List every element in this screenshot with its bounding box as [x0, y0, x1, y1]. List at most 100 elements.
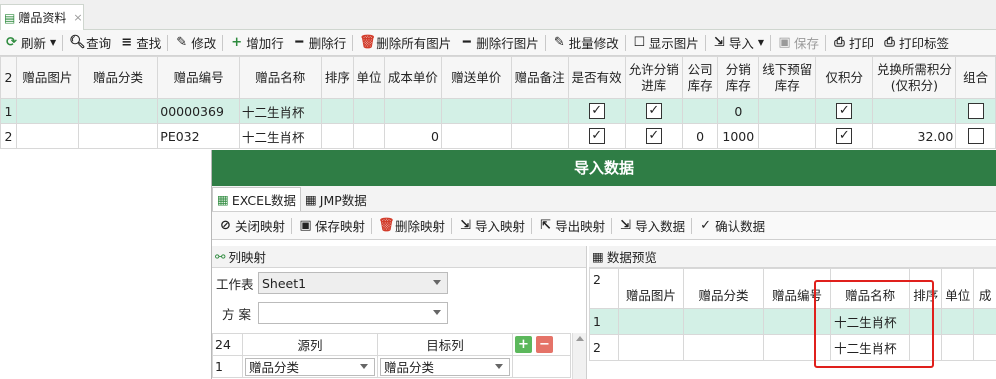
column-header[interactable]: 仅积分 [815, 56, 874, 99]
column-header[interactable]: 组合 [955, 56, 996, 99]
source-column-select[interactable]: 赠品分类 [245, 357, 375, 376]
column-header[interactable]: 公司库存 [681, 56, 719, 99]
cell-reserve[interactable] [758, 123, 817, 149]
print-label-button[interactable]: ⎙ 打印标签 [878, 32, 953, 54]
cell-remark[interactable] [510, 123, 569, 149]
chevron-down-icon[interactable]: ▼ [758, 38, 764, 47]
column-header[interactable]: 赠送单价 [440, 56, 512, 99]
preview-column-header[interactable]: 成 [973, 268, 996, 309]
close-mapping-button[interactable]: ⊘ 关闭映射 [214, 215, 289, 237]
tab-gift-data[interactable]: ▤ 赠品资料 × [0, 4, 84, 30]
cell-unit[interactable] [353, 98, 385, 124]
column-header[interactable]: 兑换所需积分(仅积分) [872, 56, 957, 99]
cell-category[interactable] [77, 123, 159, 149]
export-mapping-button[interactable]: ⇱ 导出映射 [534, 215, 609, 237]
combo-checkbox[interactable] [967, 128, 984, 145]
import-icon: ⇲ [713, 35, 725, 50]
edit-button[interactable]: ✎ 修改 [170, 32, 220, 54]
refresh-button[interactable]: ⟳ 刷新 ▼ [0, 32, 60, 54]
cell-category[interactable] [77, 98, 159, 124]
mapping-scrollbar[interactable] [572, 333, 586, 379]
table-row[interactable]: 1 00000369 十二生肖杯 ✓ ✓ 0 ✓ [0, 98, 996, 124]
import-data-button[interactable]: ⇲ 导入数据 [614, 215, 689, 237]
column-header[interactable]: 赠品图片 [15, 56, 79, 99]
cell-sort[interactable] [320, 98, 355, 124]
cell-gift-price[interactable] [440, 123, 512, 149]
save-button[interactable]: ▣ 保存 [773, 32, 823, 54]
add-mapping-icon[interactable]: + [515, 336, 532, 353]
query-button[interactable]: 🔍︎ 查询 [65, 32, 115, 54]
only-points-checkbox[interactable]: ✓ [836, 128, 853, 145]
cell-remark[interactable] [510, 98, 569, 124]
preview-column-header[interactable]: 赠品分类 [683, 268, 764, 309]
column-header[interactable]: 线下预留库存 [758, 56, 817, 99]
cell-company-stock[interactable] [681, 98, 719, 124]
column-header[interactable]: 分销库存 [717, 56, 760, 99]
allow-checkbox[interactable]: ✓ [645, 103, 662, 120]
only-points-checkbox[interactable]: ✓ [836, 103, 853, 120]
close-tab-icon[interactable]: × [73, 11, 82, 24]
add-row-button[interactable]: + 增加行 [225, 32, 288, 54]
cell-gift-price[interactable] [440, 98, 512, 124]
table-row[interactable]: 2 PE032 十二生肖杯 0 ✓ ✓ 0 1000 ✓ 32.00 [0, 123, 996, 149]
cell-cost[interactable] [383, 98, 442, 124]
plan-select[interactable] [258, 302, 448, 324]
column-header[interactable]: 成本单价 [383, 56, 442, 99]
target-column-select[interactable]: 赠品分类 [380, 357, 510, 376]
valid-checkbox[interactable]: ✓ [588, 103, 605, 120]
column-header[interactable]: 排序 [320, 56, 355, 99]
column-header[interactable]: 赠品备注 [510, 56, 569, 99]
delete-row-image-button[interactable]: ━ 删除行图片 [455, 32, 543, 54]
cell-points[interactable]: 32.00 [872, 123, 957, 149]
show-images-button[interactable]: ☐ 显示图片 [628, 32, 703, 54]
preview-column-header[interactable]: 赠品图片 [617, 268, 685, 309]
delete-row-icon: ━ [295, 35, 304, 50]
column-header[interactable]: 赠品编号 [157, 56, 240, 99]
cell-company-stock[interactable]: 0 [681, 123, 719, 149]
cell-image[interactable] [15, 98, 79, 124]
print-button[interactable]: ⎙ 打印 [828, 32, 878, 54]
import-button[interactable]: ⇲ 导入 ▼ [708, 32, 768, 54]
cell-code[interactable]: PE032 [157, 123, 240, 149]
cell-name[interactable]: 十二生肖杯 [238, 98, 322, 124]
delete-mapping-button[interactable]: 🗑︎ 删除映射 [374, 215, 449, 237]
tab-jmp-data[interactable]: ▦ JMP数据 [301, 187, 371, 211]
allow-checkbox[interactable]: ✓ [645, 128, 662, 145]
scroll-up-icon[interactable] [575, 336, 584, 341]
confirm-data-button[interactable]: ✓ 确认数据 [694, 215, 769, 237]
cell-unit[interactable] [353, 123, 385, 149]
toolbar-separator [371, 217, 373, 234]
preview-row[interactable]: 1 十二生肖杯 [589, 308, 996, 335]
edit-icon: ✎ [176, 35, 188, 50]
batch-edit-button[interactable]: ✎ 批量修改 [548, 32, 623, 54]
column-header[interactable]: 赠品名称 [238, 56, 322, 99]
cell-dist-stock[interactable]: 1000 [717, 123, 760, 149]
chevron-down-icon[interactable]: ▼ [50, 38, 56, 47]
preview-column-header[interactable]: 单位 [941, 268, 975, 309]
cell-valid: ✓ [567, 123, 626, 149]
delete-row-button[interactable]: ━ 删除行 [288, 32, 351, 54]
valid-checkbox[interactable]: ✓ [588, 128, 605, 145]
column-header[interactable]: 允许分销进库 [624, 56, 683, 99]
column-header[interactable]: 赠品分类 [77, 56, 159, 99]
sheet-select[interactable]: Sheet1 [258, 272, 448, 294]
combo-checkbox[interactable] [967, 103, 984, 120]
cell-image[interactable] [15, 123, 79, 149]
save-mapping-button[interactable]: ▣ 保存映射 [294, 215, 369, 237]
cell-code[interactable]: 00000369 [157, 98, 240, 124]
cell-name[interactable]: 十二生肖杯 [238, 123, 322, 149]
delete-all-images-button[interactable]: 🗑︎ 删除所有图片 [355, 32, 455, 54]
cell-points[interactable] [872, 98, 957, 124]
cell-dist-stock[interactable]: 0 [717, 98, 760, 124]
find-button[interactable]: ≡ 查找 [115, 32, 165, 54]
data-preview-title: 数据预览 [606, 250, 657, 265]
cell-reserve[interactable] [758, 98, 817, 124]
import-mapping-button[interactable]: ⇲ 导入映射 [454, 215, 529, 237]
remove-mapping-icon[interactable]: − [535, 336, 553, 353]
tab-excel-data[interactable]: ▦ EXCEL数据 [212, 187, 301, 211]
cell-sort[interactable] [320, 123, 355, 149]
cell-cost[interactable]: 0 [383, 123, 442, 149]
preview-row[interactable]: 2 十二生肖杯 [589, 334, 996, 361]
column-header[interactable]: 单位 [353, 56, 385, 99]
column-header[interactable]: 是否有效 [567, 56, 626, 99]
